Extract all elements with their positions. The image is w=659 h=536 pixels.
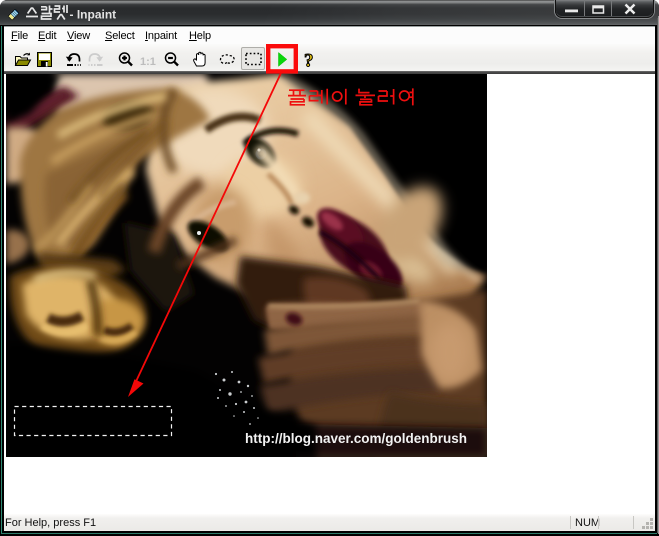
svg-text:?: ? [304,51,314,72]
svg-text:- Inpaint: - Inpaint [70,8,117,22]
svg-text:1:1: 1:1 [140,56,156,68]
svg-text:http://blog.naver.com/goldenbr: http://blog.naver.com/goldenbrush [245,431,467,446]
